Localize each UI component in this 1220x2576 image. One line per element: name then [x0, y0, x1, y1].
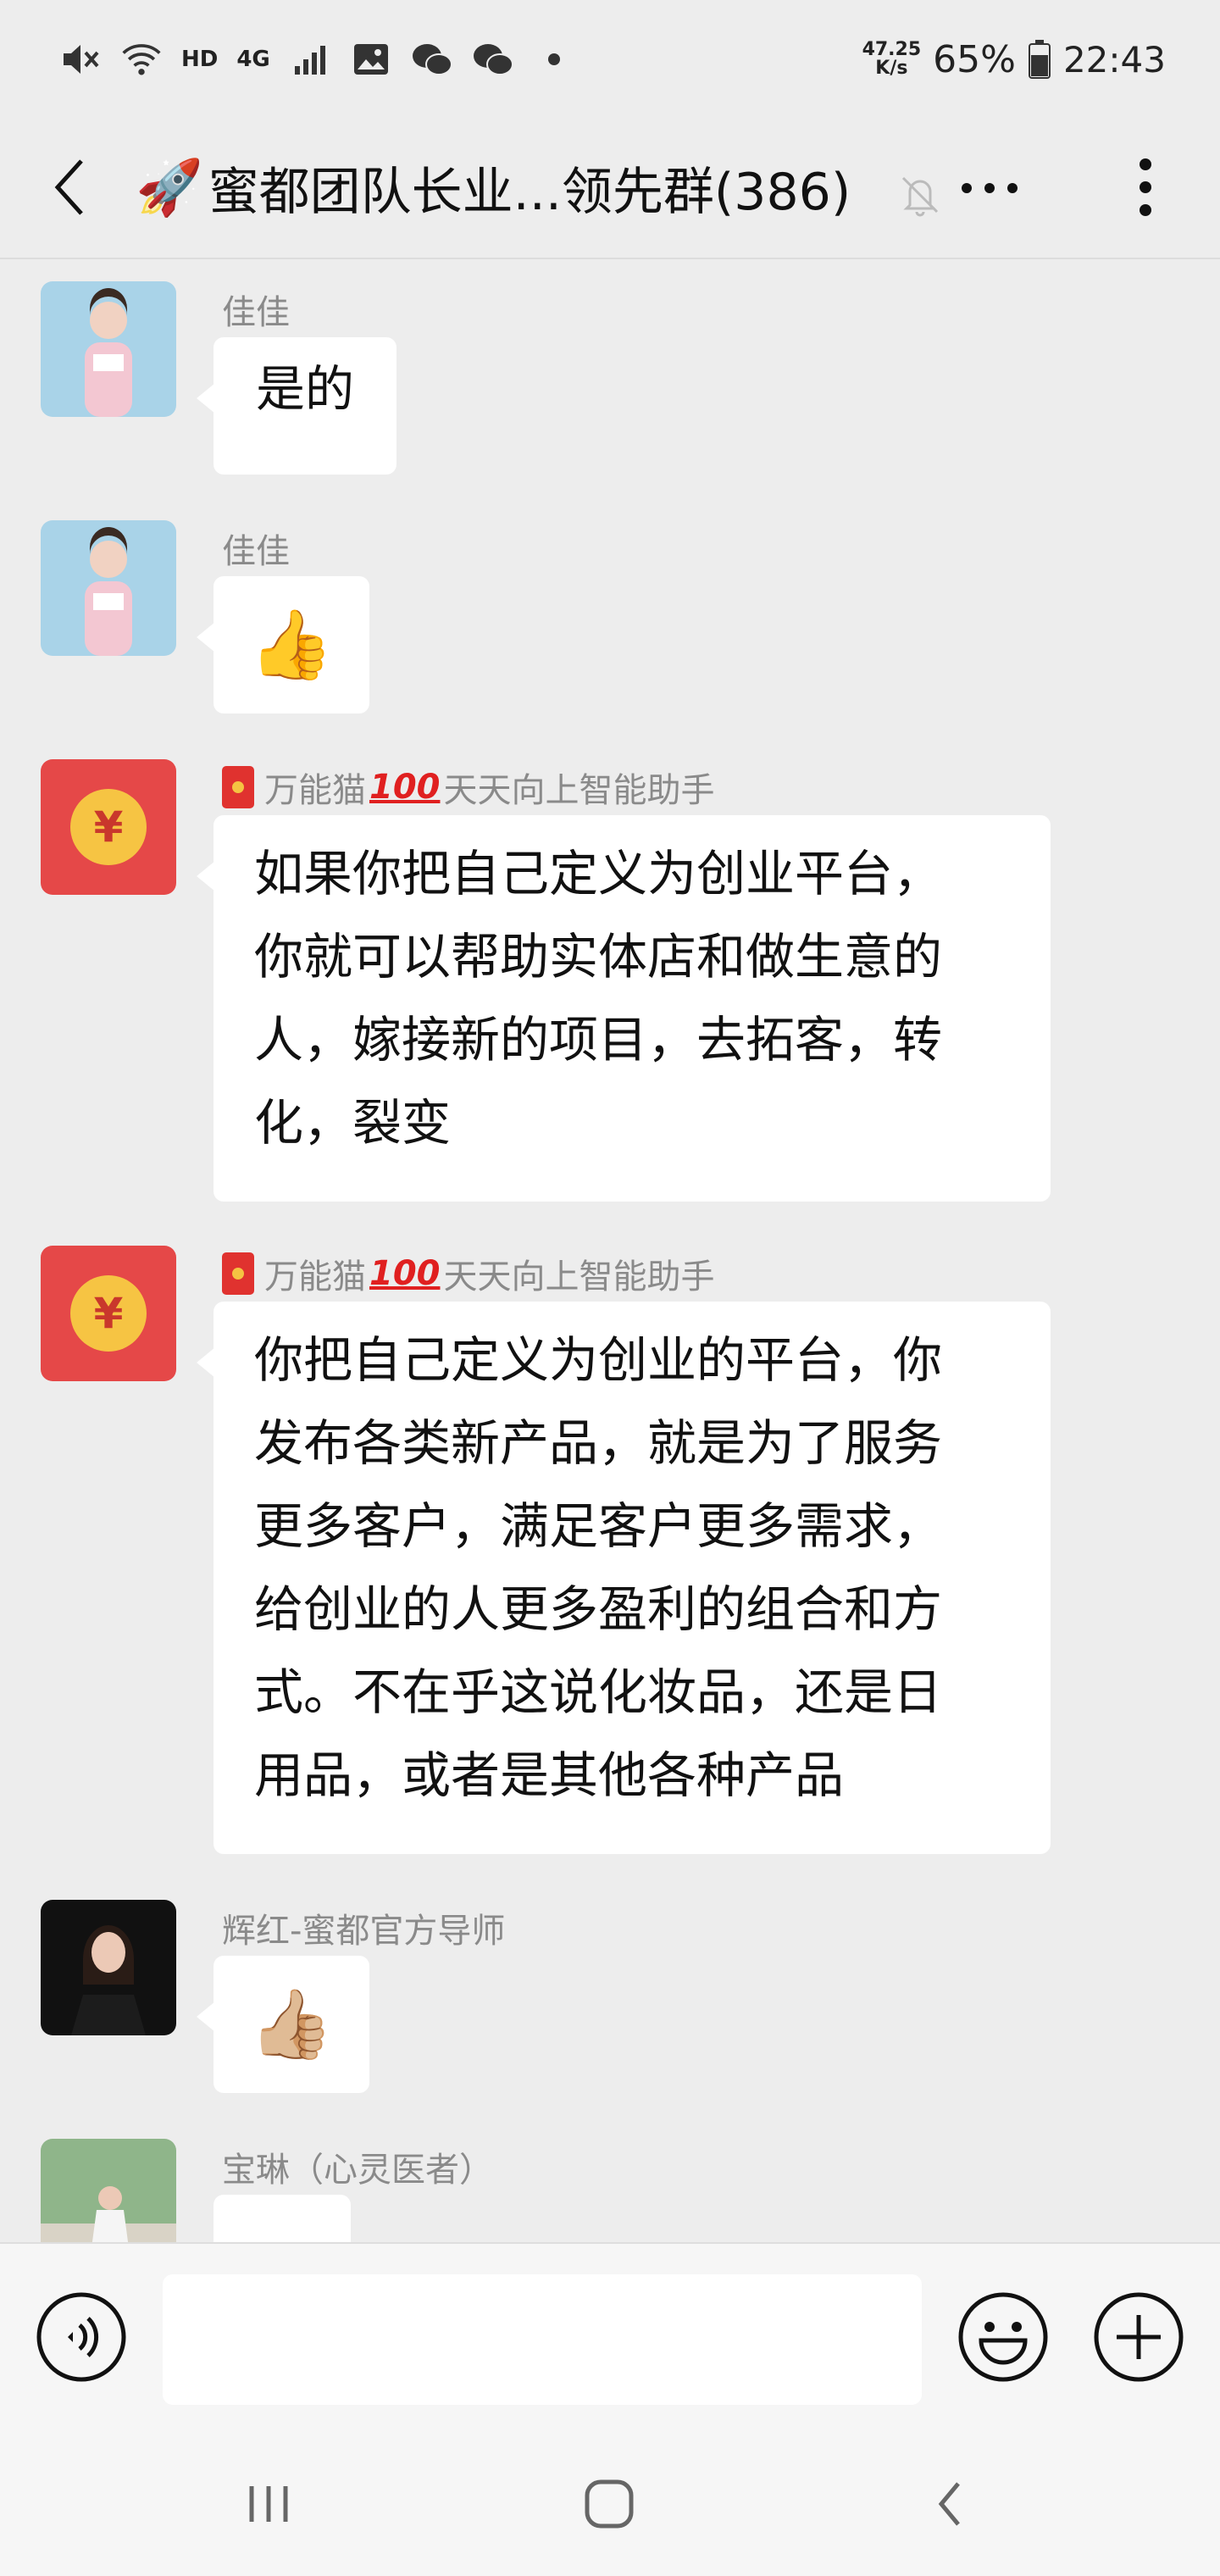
message-line: 如果你把自己定义为创业平台， — [254, 845, 943, 902]
message-line: 化，裂变 — [254, 1094, 452, 1152]
wechat-icon — [411, 38, 453, 80]
sender-name-prefix: 万能猫 — [264, 1257, 366, 1296]
hundred-points-icon: 100 — [369, 768, 441, 807]
avatar[interactable] — [41, 520, 176, 656]
message-bubble[interactable] — [197, 2195, 351, 2242]
more-menu-button[interactable] — [1120, 149, 1171, 225]
mute-speaker-icon — [59, 38, 102, 80]
message-list[interactable]: 佳佳 是的 佳佳 👍 ¥ 万能猫 100 天天向上智能助手 如果你把自己定义为创… — [0, 259, 1220, 2242]
net-speed-unit: K/s — [875, 58, 908, 79]
home-button[interactable] — [571, 2466, 647, 2542]
battery-icon — [1028, 38, 1051, 80]
yuan-coin-icon: ¥ — [70, 789, 147, 865]
clock: 22:43 — [1062, 38, 1166, 80]
message-line: 你就可以帮助实体店和做生意的 — [254, 928, 943, 985]
message-bubble[interactable]: 如果你把自己定义为创业平台， 你就可以帮助实体店和做生意的 人，嫁接新的项目，去… — [197, 815, 1051, 1202]
back-arrow-icon — [54, 159, 83, 215]
muted-bell-icon — [896, 171, 947, 222]
signal-icon — [289, 38, 331, 80]
sender-name: 佳佳 — [222, 293, 290, 332]
chat-header: 🚀 蜜都团队长业...领先群(386) — [0, 115, 1220, 259]
nav-back-button[interactable] — [912, 2466, 988, 2542]
message-line: 发布各类新产品，就是为了服务 — [254, 1414, 943, 1472]
net-speed-value: 47.25 — [862, 39, 922, 60]
network-label: 4G — [236, 47, 270, 72]
wifi-icon — [120, 38, 163, 80]
sender-name: 万能猫 100 天天向上智能助手 — [222, 763, 715, 812]
gallery-icon — [350, 38, 392, 80]
red-packet-icon — [222, 766, 254, 808]
rocket-icon: 🚀 — [136, 156, 203, 219]
wechat-icon-2 — [472, 38, 514, 80]
message-line: 用品，或者是其他各种产品 — [254, 1746, 845, 1804]
sender-name-suffix: 天天向上智能助手 — [443, 1257, 715, 1296]
status-bar: HD 4G 47.25 K/s 65% 22:43 — [0, 0, 1220, 115]
message-bubble[interactable]: 👍 — [197, 576, 369, 713]
yuan-coin-icon: ¥ — [70, 1275, 147, 1352]
message-bubble[interactable]: 是的 — [196, 337, 397, 475]
chat-title: 🚀 蜜都团队长业...领先群(386) — [136, 149, 881, 225]
avatar[interactable] — [41, 2139, 176, 2242]
status-left: HD 4G — [59, 32, 575, 86]
hd-label: HD — [181, 47, 219, 72]
battery-percent: 65% — [933, 37, 1016, 81]
title-ellipsis-icon — [956, 154, 1023, 222]
recent-apps-button[interactable] — [230, 2466, 307, 2542]
message-line: 更多客户，满足客户更多需求， — [254, 1497, 943, 1555]
sender-name-suffix: 天天向上智能助手 — [443, 771, 715, 810]
more-functions-button[interactable] — [1093, 2291, 1184, 2383]
hundred-points-icon: 100 — [369, 1254, 441, 1293]
message-line: 式。不在乎这说化妆品，还是日 — [254, 1663, 943, 1721]
thumbs-up-icon: 👍🏼 — [249, 1985, 334, 2063]
avatar[interactable] — [41, 1900, 176, 2035]
net-speed: 47.25 K/s — [862, 41, 922, 78]
message-line: 给创业的人更多盈利的组合和方 — [254, 1580, 943, 1638]
red-packet-icon — [222, 1252, 254, 1295]
sender-name: 万能猫 100 天天向上智能助手 — [222, 1249, 715, 1298]
sender-name-prefix: 万能猫 — [264, 771, 366, 810]
message-bubble[interactable]: 你把自己定义为创业的平台，你 发布各类新产品，就是为了服务 更多客户，满足客户更… — [197, 1302, 1051, 1854]
nav-back-icon — [938, 2482, 960, 2526]
sender-name: 佳佳 — [222, 532, 290, 571]
voice-icon — [36, 2292, 126, 2382]
home-icon — [585, 2479, 634, 2529]
message-line: 人，嫁接新的项目，去拓客，转 — [254, 1011, 943, 1069]
recents-icon — [249, 2486, 288, 2522]
emoji-button[interactable] — [957, 2291, 1049, 2383]
message-line: 你把自己定义为创业的平台，你 — [254, 1331, 943, 1389]
smiley-icon — [958, 2292, 1048, 2382]
red-packet-avatar[interactable]: ¥ — [41, 759, 176, 895]
system-nav-bar — [0, 2432, 1220, 2576]
chat-title-text: 蜜都团队长业...领先群(386) — [208, 162, 851, 222]
voice-input-button[interactable] — [36, 2291, 127, 2383]
thumbs-up-icon: 👍 — [249, 605, 334, 684]
sender-name: 宝琳（心灵医者） — [222, 2151, 493, 2190]
sender-name: 辉红-蜜都官方导师 — [222, 1912, 506, 1951]
vertical-dots-icon — [1140, 158, 1151, 216]
red-packet-avatar[interactable]: ¥ — [41, 1246, 176, 1381]
plus-icon — [1094, 2292, 1184, 2382]
message-bubble[interactable]: 👍🏼 — [197, 1956, 369, 2093]
status-right: 47.25 K/s 65% 22:43 — [862, 32, 1166, 86]
back-button[interactable] — [39, 149, 100, 225]
message-input[interactable] — [163, 2274, 922, 2405]
avatar[interactable] — [41, 281, 176, 417]
dot-icon — [533, 38, 575, 80]
input-bar — [0, 2242, 1220, 2432]
